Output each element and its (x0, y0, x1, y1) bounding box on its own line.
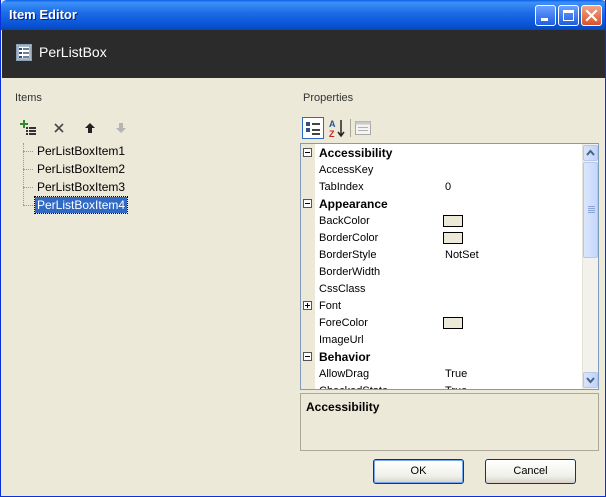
property-category[interactable]: Behavior (301, 349, 582, 366)
title-bar[interactable]: Item Editor (1, 0, 605, 30)
svg-text:A: A (329, 119, 336, 129)
close-button[interactable] (581, 5, 602, 26)
property-name: AllowDrag (319, 368, 370, 380)
property-row[interactable]: ImageUrl (301, 332, 582, 349)
scroll-up-button[interactable] (583, 145, 598, 161)
items-label: Items (15, 92, 42, 104)
maximize-button[interactable] (558, 5, 579, 26)
property-name: Font (319, 300, 342, 312)
tree-item[interactable]: PerListBoxItem2 (23, 161, 223, 177)
collapse-icon[interactable] (303, 352, 312, 361)
window-title: Item Editor (9, 7, 77, 22)
minimize-icon (541, 18, 548, 21)
property-row[interactable]: BackColor (301, 213, 582, 230)
expand-icon[interactable] (303, 301, 312, 310)
property-name: BorderWidth (319, 266, 381, 278)
property-name: AccessKey (319, 164, 374, 176)
tree-item[interactable]: PerListBoxItem3 (23, 179, 223, 195)
tree-item[interactable]: PerListBoxItem1 (23, 143, 223, 159)
delete-icon[interactable] (50, 119, 68, 137)
editor-header: PerListBox (2, 30, 605, 78)
tree-connector (23, 151, 33, 152)
collapse-icon[interactable] (303, 148, 312, 157)
arrow-up-icon[interactable] (81, 119, 99, 137)
property-category[interactable]: Accessibility (301, 145, 582, 162)
cancel-button[interactable]: Cancel (485, 459, 576, 484)
property-row[interactable]: AccessKey (301, 162, 582, 179)
description-title: Accessibility (306, 400, 380, 414)
sort-az-icon[interactable]: A Z (326, 117, 348, 139)
properties-toolbar: A Z (300, 116, 380, 140)
item-editor-window: Item Editor PerListBox Items PerListBoxI… (0, 0, 606, 497)
property-row[interactable]: TabIndex 0 (301, 179, 582, 196)
property-name: BorderColor (319, 232, 379, 244)
property-name: Behavior (319, 350, 371, 364)
scroll-down-button[interactable] (583, 372, 598, 388)
tree-connector (23, 187, 33, 188)
properties-label: Properties (303, 92, 354, 104)
property-name: Accessibility (319, 146, 393, 160)
property-grid[interactable]: Accessibility AccessKey TabIndex 0 Appearanc… (300, 143, 599, 390)
color-swatch[interactable] (443, 317, 463, 329)
svg-text:Z: Z (329, 129, 335, 139)
minimize-button[interactable] (535, 5, 556, 26)
property-row[interactable]: ForeColor (301, 315, 582, 332)
chevron-up-icon (586, 149, 595, 156)
property-name: CssClass (319, 283, 366, 295)
property-name: ForeColor (319, 317, 368, 329)
tree-item-label: PerListBoxItem3 (37, 180, 126, 194)
property-row[interactable]: CheckedState True (301, 383, 582, 389)
property-value[interactable]: True (445, 385, 467, 389)
property-row[interactable]: BorderStyle NotSet (301, 247, 582, 264)
tree-connector (23, 169, 33, 170)
chevron-down-icon (586, 377, 595, 384)
listbox-icon (16, 44, 32, 61)
property-value[interactable]: 0 (445, 181, 451, 193)
property-row[interactable]: BorderWidth (301, 264, 582, 281)
arrow-down-icon[interactable] (112, 119, 130, 137)
property-category[interactable]: Appearance (301, 196, 582, 213)
tree-item-label: PerListBoxItem2 (37, 162, 126, 176)
tree-item-selected[interactable]: PerListBoxItem4 (23, 196, 223, 214)
categorized-icon[interactable] (302, 117, 324, 139)
property-pages-icon[interactable] (354, 119, 372, 137)
color-swatch[interactable] (443, 232, 463, 244)
property-name: CheckedState (319, 385, 388, 389)
property-value[interactable]: True (445, 368, 467, 380)
property-row[interactable]: CssClass (301, 281, 582, 298)
property-name: BackColor (319, 215, 370, 227)
maximize-icon (563, 10, 574, 21)
color-swatch[interactable] (443, 215, 463, 227)
tree-item-label: PerListBoxItem4 (33, 196, 129, 214)
property-name: TabIndex (319, 181, 364, 193)
property-row[interactable]: BorderColor (301, 230, 582, 247)
property-value[interactable]: NotSet (445, 249, 479, 261)
property-name: ImageUrl (319, 334, 364, 346)
close-icon (585, 9, 598, 22)
property-name: BorderStyle (319, 249, 377, 261)
tree-item-label: PerListBoxItem1 (37, 144, 126, 158)
ok-button[interactable]: OK (373, 459, 464, 484)
property-row[interactable]: Font (301, 298, 582, 315)
grip-icon (588, 206, 595, 213)
scroll-thumb[interactable] (583, 162, 598, 258)
add-item-icon[interactable] (20, 119, 38, 137)
property-name: Appearance (319, 197, 388, 211)
tree-connector (23, 205, 33, 206)
toolbar-separator (350, 119, 351, 137)
property-row[interactable]: AllowDrag True (301, 366, 582, 383)
collapse-icon[interactable] (303, 199, 312, 208)
items-tree[interactable]: PerListBoxItem1 PerListBoxItem2 PerListB… (19, 143, 279, 218)
header-title: PerListBox (39, 44, 107, 60)
description-panel: Accessibility (300, 393, 599, 451)
vertical-scrollbar[interactable] (582, 144, 598, 389)
